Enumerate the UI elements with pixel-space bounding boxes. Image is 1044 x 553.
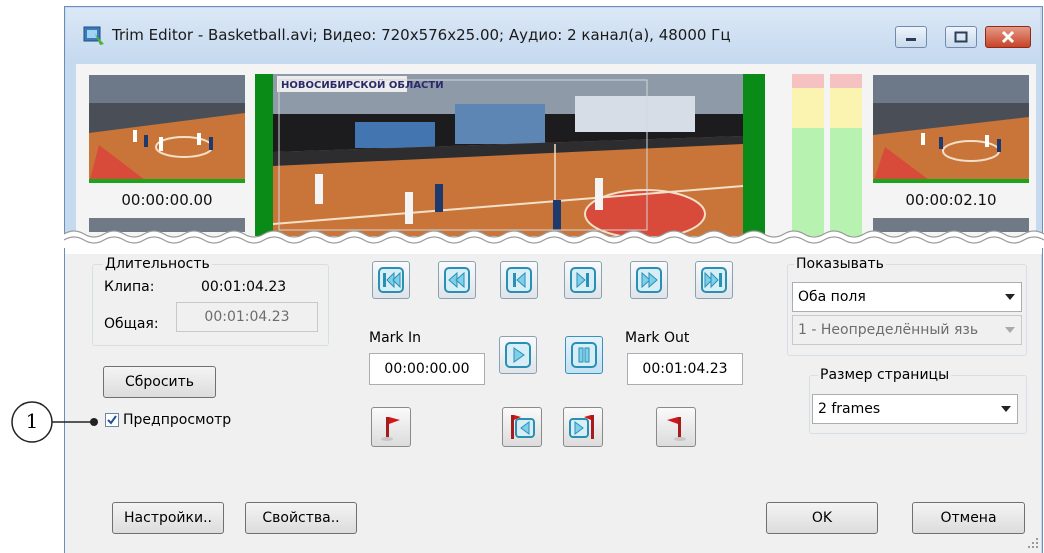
page-size-dropdown-value: 2 frames (818, 401, 881, 417)
skip-to-start-icon (378, 267, 404, 293)
mark-out-label: Mark Out (625, 330, 690, 346)
close-icon (1001, 30, 1015, 44)
page-size-legend: Размер страницы (818, 367, 952, 383)
language-dropdown-value: 1 - Неопределённый язь (798, 322, 979, 338)
cancel-button[interactable]: Отмена (912, 502, 1025, 534)
go-to-mark-out-icon (569, 415, 594, 439)
mark-in-label: Mark In (369, 330, 421, 346)
window-right-border (1042, 248, 1043, 553)
right-timecode: 00:00:02.10 (905, 191, 997, 209)
play-icon (505, 342, 531, 368)
mark-out-field[interactable]: 00:01:04.23 (627, 353, 743, 385)
duration-legend: Длительность (103, 256, 212, 272)
fast-forward-button[interactable] (630, 261, 668, 299)
checkmark-icon (107, 415, 117, 425)
pause-icon (571, 342, 597, 368)
go-to-mark-out-button[interactable] (563, 407, 603, 447)
pause-button[interactable] (565, 336, 603, 374)
next-frame-button[interactable] (564, 261, 602, 299)
resize-grip-icon[interactable] (1026, 536, 1040, 550)
skip-to-end-icon (701, 267, 727, 293)
play-button[interactable] (499, 336, 537, 374)
maximize-icon (954, 31, 968, 43)
previous-frame-button[interactable] (500, 261, 538, 299)
maximize-button[interactable] (945, 26, 977, 48)
mark-in-flag-icon (381, 417, 400, 441)
page-size-dropdown[interactable]: 2 frames (812, 394, 1018, 424)
chevron-down-icon (1005, 294, 1015, 300)
rewind-icon (444, 267, 470, 293)
language-dropdown: 1 - Неопределённый язь (792, 315, 1022, 345)
main-video-frame[interactable]: НОВОСИБИРСКОЙ ОБЛАСТИ (255, 74, 765, 236)
show-legend: Показывать (794, 256, 886, 272)
rewind-button[interactable] (438, 261, 476, 299)
go-to-mark-in-button[interactable] (502, 407, 542, 447)
previous-frame-icon (506, 267, 532, 293)
preview-checkbox[interactable] (105, 413, 119, 427)
close-button[interactable] (985, 26, 1031, 48)
left-thumbnail[interactable] (89, 75, 245, 183)
minimize-icon (906, 38, 916, 41)
chevron-down-icon (1005, 327, 1015, 333)
set-mark-out-button[interactable] (656, 407, 696, 447)
set-mark-in-button[interactable] (371, 407, 411, 447)
fast-forward-icon (636, 267, 662, 293)
callout-number: 1 (25, 409, 39, 433)
total-label: Общая: (104, 316, 159, 332)
audio-level-meters (792, 74, 862, 236)
ok-button[interactable]: OK (766, 502, 878, 534)
chevron-down-icon (1001, 406, 1011, 412)
properties-button[interactable]: Свойства.. (245, 502, 357, 534)
next-frame-icon (570, 267, 596, 293)
mark-in-field[interactable]: 00:00:00.00 (369, 353, 485, 385)
right-thumbnail[interactable] (873, 75, 1029, 183)
clip-label: Клипа: (104, 279, 155, 295)
go-to-end-button[interactable] (695, 261, 733, 299)
total-duration-field: 00:01:04.23 (176, 302, 318, 332)
fields-dropdown-value: Оба поля (798, 289, 866, 305)
minimize-button[interactable] (895, 26, 927, 48)
torn-edge-divider (64, 230, 1044, 254)
mark-out-flag-icon (667, 417, 686, 441)
clip-duration-value: 00:01:04.23 (201, 279, 287, 295)
app-icon (83, 26, 104, 45)
settings-button[interactable]: Настройки.. (112, 502, 224, 534)
go-to-start-button[interactable] (372, 261, 410, 299)
preview-checkbox-label[interactable]: Предпросмотр (123, 412, 231, 428)
left-timecode: 00:00:00.00 (121, 191, 213, 209)
fields-dropdown[interactable]: Оба поля (792, 282, 1022, 312)
go-to-mark-in-icon (511, 415, 535, 439)
reset-button[interactable]: Сбросить (103, 366, 216, 398)
window-title: Trim Editor - Basketball.avi; Видео: 720… (112, 26, 731, 44)
